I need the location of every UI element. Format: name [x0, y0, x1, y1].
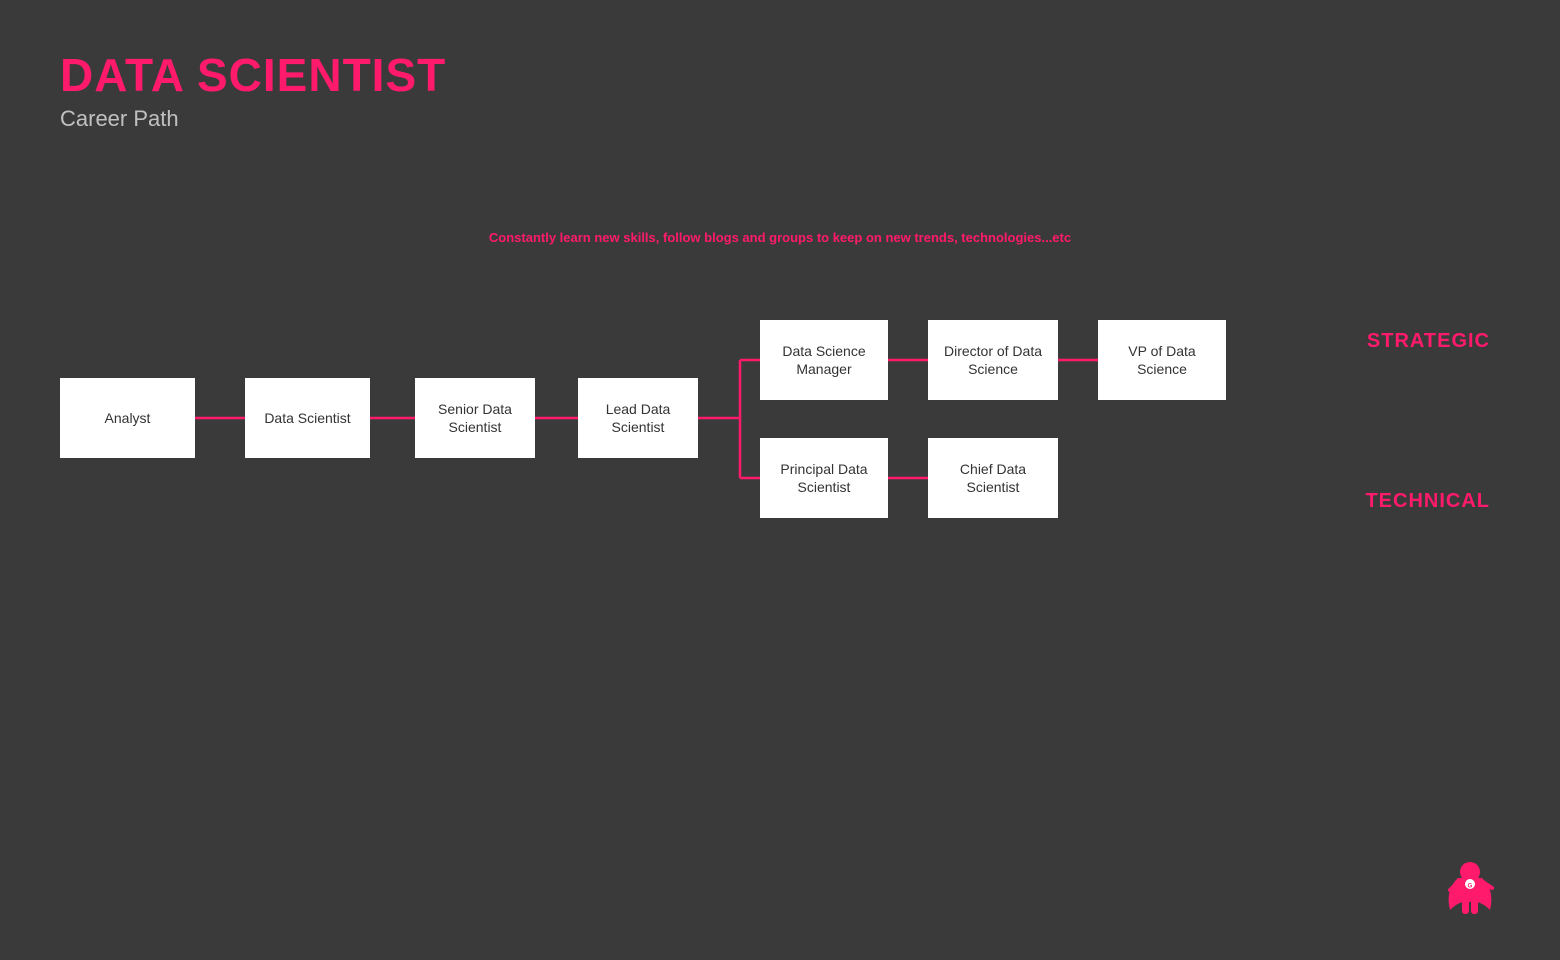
- page-title-area: DATA SCIENTIST Career Path: [60, 48, 446, 132]
- node-vp-of-data-science: VP of Data Science: [1098, 320, 1226, 400]
- page-title-sub: Career Path: [60, 106, 446, 132]
- track-label-strategic: STRATEGIC: [1367, 330, 1490, 353]
- node-lead-data-scientist: Lead Data Scientist: [578, 378, 698, 458]
- node-data-science-manager: Data Science Manager: [760, 320, 888, 400]
- node-principal-data-scientist: Principal Data Scientist: [760, 438, 888, 518]
- tagline: Constantly learn new skills, follow blog…: [0, 230, 1560, 245]
- career-diagram: Analyst Data Scientist Senior Data Scien…: [30, 270, 1530, 610]
- track-label-technical: TECHNICAL: [1365, 490, 1490, 513]
- node-director-of-data-science: Director of Data Science: [928, 320, 1058, 400]
- node-chief-data-scientist: Chief Data Scientist: [928, 438, 1058, 518]
- node-senior-data-scientist: Senior Data Scientist: [415, 378, 535, 458]
- hero-icon: G: [1440, 850, 1500, 920]
- page-title-main: DATA SCIENTIST: [60, 48, 446, 102]
- node-data-scientist: Data Scientist: [245, 378, 370, 458]
- svg-text:G: G: [1468, 884, 1473, 890]
- node-analyst: Analyst: [60, 378, 195, 458]
